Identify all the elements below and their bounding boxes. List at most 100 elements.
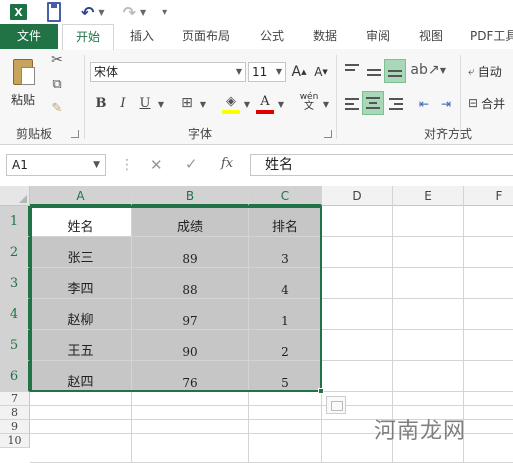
cell-d4[interactable] — [322, 299, 393, 330]
tab-file[interactable]: 文件 — [0, 24, 58, 49]
underline-dropdown-icon[interactable]: ▼ — [156, 97, 166, 111]
shrink-font-button[interactable]: A ▼ — [312, 62, 330, 82]
phonetic-dropdown-icon[interactable]: ▼ — [321, 97, 331, 111]
cell-b2[interactable]: 89 — [132, 237, 249, 268]
row-header[interactable]: 9 — [0, 420, 30, 434]
decrease-indent-icon[interactable]: ⇤ — [414, 93, 434, 115]
save-icon[interactable] — [47, 2, 61, 22]
align-left-icon[interactable] — [342, 93, 362, 115]
font-launcher-icon[interactable] — [324, 130, 332, 138]
row-header[interactable]: 8 — [0, 406, 30, 420]
phonetic-guide-button[interactable]: wén 文 — [298, 91, 320, 113]
cell-c6[interactable]: 5 — [249, 361, 322, 392]
cancel-icon[interactable]: ✕ — [150, 156, 163, 174]
fill-color-icon[interactable]: ◈ — [222, 92, 240, 114]
row-header[interactable]: 1 — [0, 206, 30, 237]
cell-c7[interactable] — [249, 392, 322, 406]
cell-c2[interactable]: 3 — [249, 237, 322, 268]
cell-b10[interactable] — [132, 434, 249, 463]
cell-d5[interactable] — [322, 330, 393, 361]
borders-icon[interactable]: ⊞ — [178, 93, 196, 113]
align-center-icon[interactable] — [362, 91, 384, 115]
bold-button[interactable]: B — [92, 93, 110, 113]
cell-a9[interactable] — [30, 420, 132, 434]
select-all-button[interactable] — [0, 186, 30, 206]
cell-c5[interactable]: 2 — [249, 330, 322, 361]
merge-center-button[interactable]: ⊟ 合并 — [468, 93, 513, 113]
cell-d6[interactable] — [322, 361, 393, 392]
cell-f5[interactable] — [464, 330, 513, 361]
cell-f7[interactable] — [464, 392, 513, 406]
cell-d1[interactable] — [322, 206, 393, 237]
undo-icon[interactable]: ↶ — [81, 2, 94, 22]
grow-font-button[interactable]: A ▲ — [290, 62, 308, 82]
wrap-text-button[interactable]: ⤶ 自动 — [468, 61, 513, 81]
cell-c1[interactable]: 排名 — [249, 206, 322, 237]
cell-e5[interactable] — [393, 330, 464, 361]
underline-button[interactable]: U — [136, 93, 154, 113]
cell-d2[interactable] — [322, 237, 393, 268]
cell-b9[interactable] — [132, 420, 249, 434]
cut-icon[interactable]: ✂ — [46, 51, 68, 69]
cell-e3[interactable] — [393, 268, 464, 299]
cell-a7[interactable] — [30, 392, 132, 406]
row-header[interactable]: 3 — [0, 268, 30, 299]
fill-handle[interactable] — [318, 388, 324, 394]
column-header-b[interactable]: B — [132, 186, 249, 206]
formula-bar-grip-icon[interactable]: ⋮ — [120, 157, 134, 173]
enter-check-icon[interactable]: ✓ — [185, 155, 198, 173]
orientation-icon[interactable]: ab↗ — [410, 59, 439, 81]
paste-button-label[interactable]: 粘贴 — [11, 91, 35, 108]
cell-a8[interactable] — [30, 406, 132, 420]
clipboard-launcher-icon[interactable] — [71, 130, 79, 138]
cell-d3[interactable] — [322, 268, 393, 299]
cell-b4[interactable]: 97 — [132, 299, 249, 330]
tab-page-layout[interactable]: 页面布局 — [180, 24, 232, 49]
column-header-d[interactable]: D — [322, 186, 393, 206]
tab-formulas[interactable]: 公式 — [258, 24, 286, 49]
align-bottom-icon[interactable] — [384, 59, 406, 83]
font-color-button[interactable]: A — [256, 92, 274, 114]
cell-a1[interactable]: 姓名 — [30, 206, 132, 237]
cell-a2[interactable]: 张三 — [30, 237, 132, 268]
cell-b5[interactable]: 90 — [132, 330, 249, 361]
tab-pdf-tools[interactable]: PDF工具 — [470, 24, 513, 49]
cell-a4[interactable]: 赵柳 — [30, 299, 132, 330]
cell-b3[interactable]: 88 — [132, 268, 249, 299]
redo-dropdown-icon[interactable]: ▼ — [140, 8, 146, 17]
cell-b8[interactable] — [132, 406, 249, 420]
align-top-icon[interactable] — [342, 59, 362, 81]
cell-f6[interactable] — [464, 361, 513, 392]
cell-f2[interactable] — [464, 237, 513, 268]
column-header-a[interactable]: A — [30, 186, 132, 206]
cell-a3[interactable]: 李四 — [30, 268, 132, 299]
cell-b6[interactable]: 76 — [132, 361, 249, 392]
font-size-select[interactable]: 11 ▼ — [248, 62, 286, 82]
cell-f3[interactable] — [464, 268, 513, 299]
italic-button[interactable]: I — [114, 93, 132, 113]
tab-home[interactable]: 开始 — [62, 24, 114, 50]
undo-dropdown-icon[interactable]: ▼ — [98, 8, 104, 17]
row-header[interactable]: 7 — [0, 392, 30, 406]
quick-analysis-icon[interactable] — [326, 396, 346, 414]
borders-dropdown-icon[interactable]: ▼ — [198, 97, 208, 111]
font-name-select[interactable]: 宋体 ▼ — [90, 62, 246, 82]
align-right-icon[interactable] — [386, 93, 406, 115]
cell-e4[interactable] — [393, 299, 464, 330]
align-middle-icon[interactable] — [364, 59, 384, 81]
cell-a6[interactable]: 赵四 — [30, 361, 132, 392]
paste-icon[interactable] — [11, 55, 37, 87]
format-painter-icon[interactable]: ✎ — [46, 99, 68, 117]
tab-data[interactable]: 数据 — [311, 24, 339, 49]
row-header[interactable]: 2 — [0, 237, 30, 268]
cell-b7[interactable] — [132, 392, 249, 406]
cell-c10[interactable] — [249, 434, 322, 463]
cell-a5[interactable]: 王五 — [30, 330, 132, 361]
column-header-f[interactable]: F — [464, 186, 513, 206]
fill-color-dropdown-icon[interactable]: ▼ — [242, 97, 252, 111]
row-header[interactable]: 4 — [0, 299, 30, 330]
cell-c8[interactable] — [249, 406, 322, 420]
row-header[interactable]: 5 — [0, 330, 30, 361]
column-header-c[interactable]: C — [249, 186, 322, 206]
cell-c4[interactable]: 1 — [249, 299, 322, 330]
